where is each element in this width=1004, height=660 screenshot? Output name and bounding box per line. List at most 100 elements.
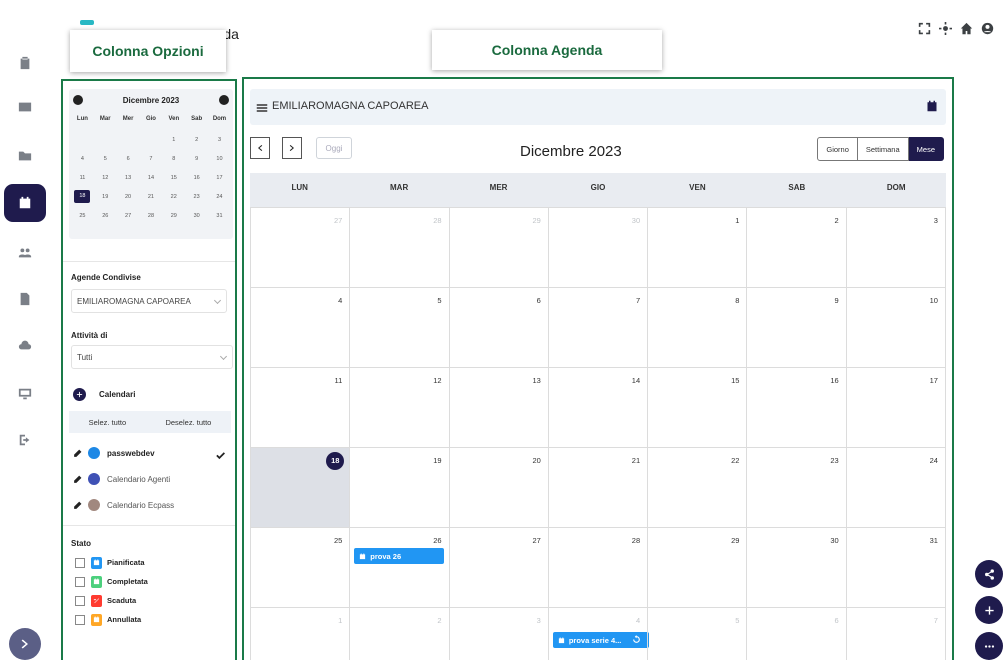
mini-day-cell[interactable]: 15 (162, 175, 185, 181)
mini-day-cell[interactable]: 1 (162, 137, 185, 143)
user-account-icon[interactable] (981, 22, 994, 35)
day-cell[interactable]: 28 (349, 208, 448, 287)
view-giorno-button[interactable]: Giorno (817, 137, 858, 161)
activity-select[interactable]: Tutti (71, 345, 233, 369)
mini-day-cell[interactable]: 16 (185, 175, 208, 181)
clipboard-icon[interactable] (12, 50, 38, 76)
monitor-icon[interactable] (12, 381, 38, 407)
day-cell[interactable]: 27 (448, 528, 548, 607)
day-cell[interactable]: 5 (349, 288, 448, 367)
day-cell[interactable]: 25 (250, 528, 349, 607)
day-cell[interactable]: 12 (349, 368, 448, 447)
state-filter-item[interactable]: Scaduta (75, 594, 136, 607)
mini-day-cell[interactable]: 7 (140, 156, 163, 162)
day-cell[interactable]: 20 (448, 448, 548, 527)
mini-day-cell[interactable]: 6 (117, 156, 140, 162)
calendar-icon[interactable] (4, 184, 46, 222)
mini-day-cell[interactable]: 21 (139, 194, 162, 200)
day-cell[interactable]: 31 (845, 528, 946, 607)
day-cell[interactable]: 27 (250, 208, 349, 287)
day-cell[interactable]: 7 (547, 288, 647, 367)
calendar-item[interactable]: Calendario Ecpass (73, 498, 174, 512)
mini-day-cell[interactable]: 30 (185, 213, 208, 219)
day-cell[interactable]: 5 (647, 608, 746, 660)
mini-day-cell[interactable]: 3 (208, 137, 231, 143)
state-filter-item[interactable]: Annullata (75, 613, 141, 626)
state-checkbox[interactable] (75, 595, 85, 606)
mini-day-cell[interactable]: 28 (140, 213, 163, 219)
day-cell[interactable]: 8 (647, 288, 746, 367)
mini-next-month-icon[interactable] (219, 95, 229, 105)
day-cell[interactable]: 19 (349, 448, 448, 527)
folder-icon[interactable] (12, 143, 38, 169)
calendar-icon[interactable] (926, 99, 938, 112)
calendar-item[interactable]: passwebdev (73, 446, 155, 460)
expand-sidebar-button[interactable] (9, 628, 41, 660)
day-cell[interactable]: 29 (448, 208, 548, 287)
menu-icon[interactable] (256, 101, 268, 113)
day-cell[interactable]: 13 (448, 368, 548, 447)
day-cell[interactable]: 18 (250, 448, 350, 527)
day-cell[interactable]: 2 (746, 208, 845, 287)
more-options-button[interactable] (975, 632, 1003, 660)
day-cell[interactable]: 4 (250, 288, 349, 367)
pencil-icon[interactable] (73, 475, 82, 484)
state-filter-item[interactable]: Completata (75, 575, 148, 588)
add-event-button[interactable] (975, 596, 1003, 624)
mini-day-cell[interactable]: 22 (162, 194, 185, 200)
envelope-icon[interactable] (12, 94, 38, 120)
mini-day-cell[interactable]: 9 (185, 156, 208, 162)
select-all-button[interactable]: Selez. tutto (89, 418, 127, 427)
day-cell[interactable]: 17 (845, 368, 946, 447)
settings-gear-icon[interactable] (939, 22, 952, 35)
prev-month-button[interactable] (250, 137, 270, 159)
mini-day-cell[interactable]: 8 (162, 156, 185, 162)
pencil-icon[interactable] (73, 501, 82, 510)
day-cell[interactable]: 15 (647, 368, 746, 447)
fullscreen-icon[interactable] (918, 22, 931, 35)
day-cell[interactable]: 2 (349, 608, 448, 660)
deselect-all-button[interactable]: Deselez. tutto (165, 418, 211, 427)
mini-day-cell[interactable]: 31 (208, 213, 231, 219)
logout-icon[interactable] (12, 427, 38, 453)
day-cell[interactable]: 3 (845, 208, 946, 287)
day-cell[interactable]: 7 (845, 608, 946, 660)
state-filter-item[interactable]: Pianificata (75, 556, 145, 569)
view-settimana-button[interactable]: Settimana (857, 137, 909, 161)
mini-day-cell[interactable]: 23 (185, 194, 208, 200)
day-cell[interactable]: 3 (448, 608, 548, 660)
day-cell[interactable]: 26 prova 26 (349, 528, 448, 607)
pencil-icon[interactable] (73, 449, 82, 458)
day-cell[interactable]: 29 (647, 528, 746, 607)
day-cell[interactable]: 28 (547, 528, 647, 607)
mini-day-cell[interactable]: 14 (140, 175, 163, 181)
view-mese-button[interactable]: Mese (908, 137, 944, 161)
mini-day-cell[interactable]: 17 (208, 175, 231, 181)
day-cell[interactable]: 21 (547, 448, 647, 527)
day-cell[interactable]: 30 (547, 208, 647, 287)
day-cell[interactable]: 6 (746, 608, 845, 660)
day-cell[interactable]: 24 (845, 448, 946, 527)
day-cell[interactable]: 11 (250, 368, 349, 447)
day-cell[interactable]: 1 (647, 208, 746, 287)
mini-day-cell[interactable]: 27 (117, 213, 140, 219)
day-cell[interactable]: 10 (845, 288, 946, 367)
day-cell[interactable]: 1 (250, 608, 349, 660)
mini-day-cell[interactable]: 12 (94, 175, 117, 181)
day-cell[interactable]: 6 (448, 288, 548, 367)
mini-day-cell[interactable]: 11 (71, 175, 94, 181)
event-chip[interactable]: prova serie 4... (552, 632, 649, 648)
day-cell[interactable]: 30 (746, 528, 845, 607)
day-cell[interactable]: 16 (746, 368, 845, 447)
mini-day-cell[interactable]: 13 (117, 175, 140, 181)
day-cell[interactable]: 4 prova serie 4... (547, 608, 649, 660)
mini-day-cell[interactable]: 19 (94, 194, 117, 200)
mini-day-cell[interactable]: 29 (162, 213, 185, 219)
state-checkbox[interactable] (75, 576, 85, 587)
day-cell[interactable]: 14 (547, 368, 647, 447)
day-cell[interactable]: 9 (746, 288, 845, 367)
home-icon[interactable] (960, 22, 973, 35)
users-icon[interactable] (12, 240, 38, 266)
state-checkbox[interactable] (75, 614, 85, 625)
mini-day-cell[interactable]: 18 (74, 190, 91, 203)
